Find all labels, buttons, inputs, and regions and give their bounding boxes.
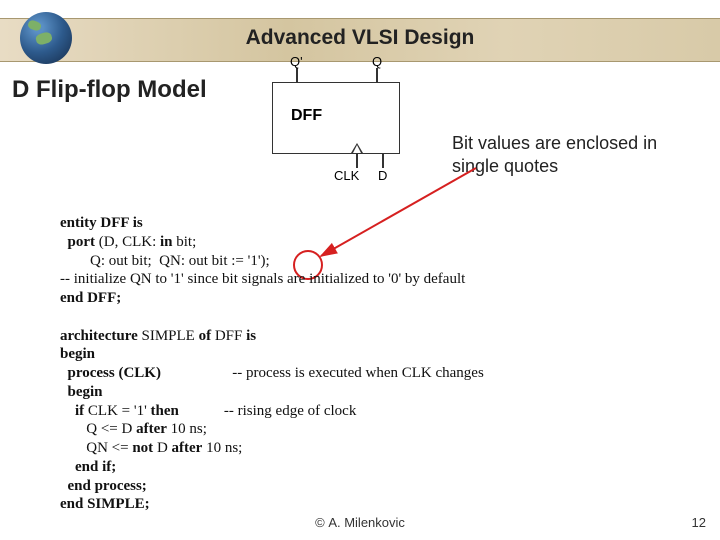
header-title: Advanced VLSI Design [0, 26, 720, 50]
code-kw: end process; [60, 478, 147, 494]
footer-author: A. Milenkovic [328, 515, 405, 530]
annotation-note: Bit values are enclosed in single quotes [452, 132, 682, 177]
code-line: if CLK = '1' then -- rising edge of cloc… [60, 403, 356, 419]
globe-icon [20, 12, 72, 64]
code-line: process (CLK) -- process is executed whe… [60, 365, 484, 381]
code-kw: end if; [60, 459, 116, 475]
code-line: port (D, CLK: in bit; [60, 234, 196, 250]
code-comment: -- initialize QN to '1' since bit signal… [60, 271, 465, 287]
page-title: D Flip-flop Model [12, 76, 207, 104]
code-kw: begin [60, 346, 95, 362]
copyright-icon: © [315, 515, 325, 530]
dff-box: DFF [272, 82, 400, 154]
code-line: architecture SIMPLE of DFF is [60, 328, 256, 344]
code-kw: end SIMPLE; [60, 496, 150, 512]
page-number: 12 [692, 515, 706, 530]
code-kw: entity DFF is [60, 215, 143, 231]
code-kw: end DFF; [60, 290, 121, 306]
dff-diagram: Q' Q CLK D DFF [272, 82, 400, 154]
code-line: Q <= D after 10 ns; [60, 421, 207, 437]
code-line: Q: out bit; QN: out bit := '1'); [60, 253, 270, 269]
pin-q: Q [372, 54, 382, 69]
footer: © A. Milenkovic [0, 515, 720, 530]
vhdl-code: entity DFF is port (D, CLK: in bit; Q: o… [60, 214, 484, 514]
pin-q-bar: Q' [290, 54, 303, 69]
code-line: QN <= not D after 10 ns; [60, 440, 242, 456]
dff-label: DFF [291, 107, 322, 125]
code-kw: begin [60, 384, 103, 400]
